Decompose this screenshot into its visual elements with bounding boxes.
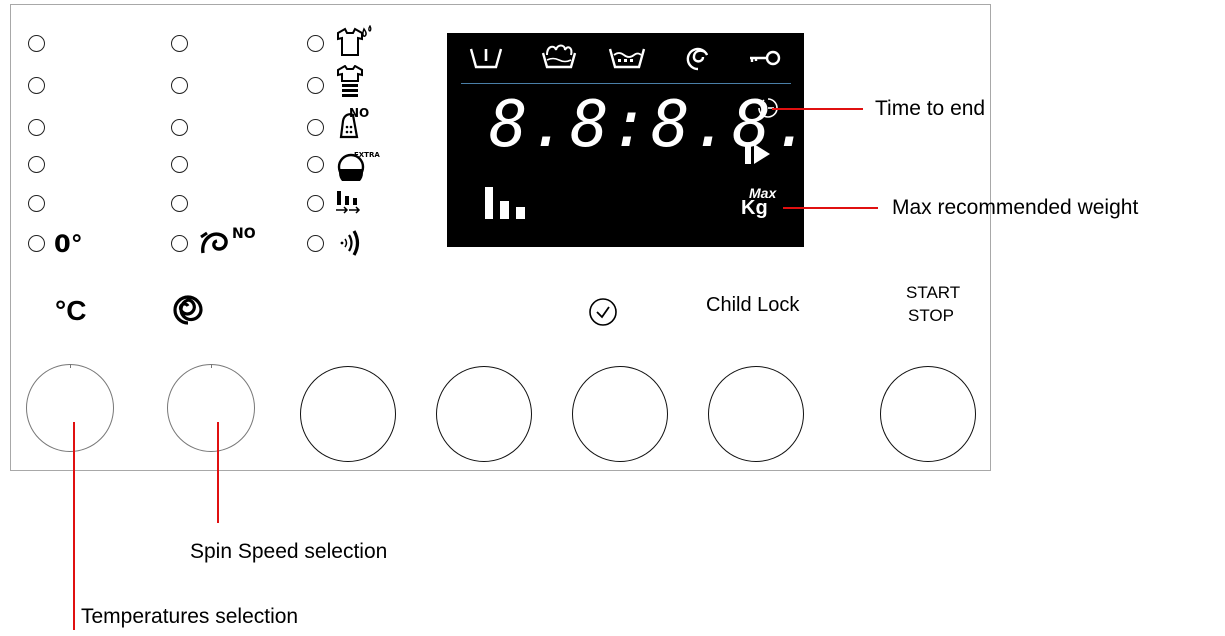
spin-led [171, 77, 188, 94]
spin-icon [686, 47, 709, 71]
celsius-label: °C [55, 295, 87, 326]
delay-timer-button[interactable] [572, 366, 668, 462]
start-stop-button[interactable] [880, 366, 976, 462]
spin-speed-annotation: Spin Speed selection [190, 540, 388, 563]
key-lock-icon [750, 50, 781, 66]
option-button-1[interactable] [300, 366, 396, 462]
delay-timer-icon [589, 298, 617, 326]
option-led [307, 77, 324, 94]
extra-label: EXTRA [354, 151, 380, 159]
time-to-end-annotation: Time to end [875, 97, 986, 120]
spin-led [171, 156, 188, 173]
spin-led [171, 235, 188, 252]
temperature-led [28, 235, 45, 252]
spin-no-label: NO [232, 226, 256, 242]
shirt-water-icon [337, 25, 372, 56]
spin-led [171, 35, 188, 52]
max-weight-annotation: Max recommended weight [892, 196, 1139, 219]
no-iron-label: NO [349, 106, 370, 120]
option-led [307, 156, 324, 173]
shirt-easy-iron-icon [337, 65, 363, 97]
kg-label: Kg [741, 197, 768, 219]
sound-icon [340, 230, 360, 256]
option-led [307, 235, 324, 252]
control-panel: 0° NO NO EXTRA 8.8:8.8. Max Kg °C Child … [10, 4, 991, 471]
wash-icon [541, 44, 577, 69]
temperature-led [28, 77, 45, 94]
stop-label: STOP [908, 306, 954, 325]
child-lock-label: Child Lock [706, 294, 800, 316]
callout-line-time-to-end [772, 108, 863, 110]
option-led [307, 195, 324, 212]
temperatures-annotation: Temperatures selection [81, 605, 299, 628]
temperature-led [28, 119, 45, 136]
callout-line-spin-speed [217, 422, 219, 523]
option-led [307, 119, 324, 136]
load-bars-icon [485, 187, 525, 219]
temperature-led [28, 156, 45, 173]
rinse-icon [608, 48, 646, 69]
spin-speed-knob[interactable] [167, 364, 255, 452]
spin-label-icon [173, 295, 203, 325]
lcd-display: 8.8:8.8. Max Kg [447, 33, 811, 247]
option-button-2[interactable] [436, 366, 532, 462]
option-led [307, 35, 324, 52]
spin-led [171, 119, 188, 136]
callout-line-max-weight [783, 207, 878, 209]
display-divider [461, 83, 791, 84]
temperature-knob[interactable] [26, 364, 114, 452]
load-level-icon [336, 191, 361, 214]
spin-led [171, 195, 188, 212]
temperature-led [28, 195, 45, 212]
prewash-icon [469, 48, 503, 69]
temp-zero-label: 0° [54, 230, 83, 258]
child-lock-button[interactable] [708, 366, 804, 462]
temperature-led [28, 35, 45, 52]
callout-line-temperatures [73, 422, 75, 630]
play-pause-icon [745, 144, 770, 164]
start-label: START [906, 283, 961, 302]
